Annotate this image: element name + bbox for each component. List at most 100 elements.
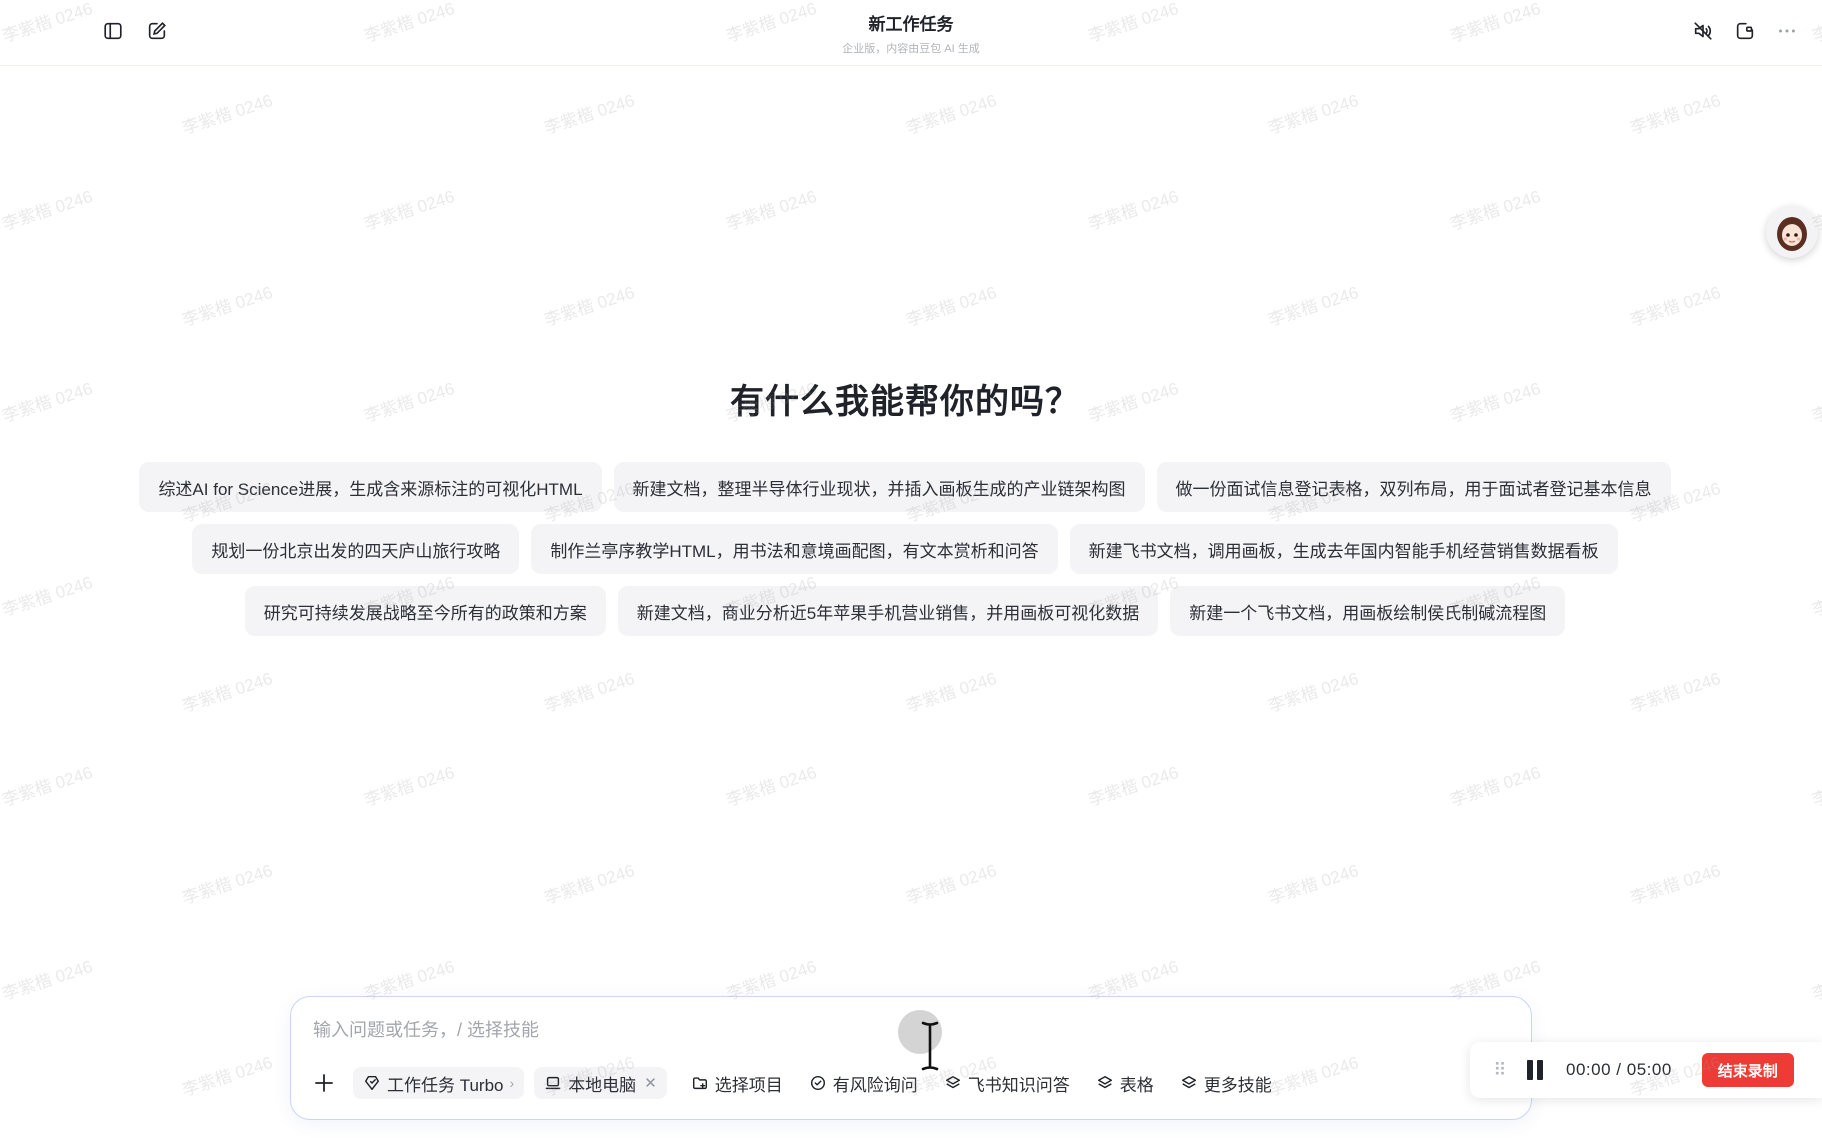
end-recording-button[interactable]: 结束录制 (1701, 1053, 1794, 1087)
watermark-text: 李紫楷 0246 (1809, 379, 1822, 426)
suggestion-chip[interactable]: 新建文档，商业分析近5年苹果手机营业销售，并用画板可视化数据 (617, 586, 1159, 636)
watermark-text: 李紫楷 0246 (903, 668, 999, 716)
layers-icon (1181, 1075, 1196, 1089)
more-skills-label: 更多技能 (1203, 1075, 1272, 1095)
watermark-text: 李紫楷 0246 (1627, 860, 1723, 908)
watermark-text: 李紫楷 0246 (723, 762, 819, 810)
watermark-text: 李紫楷 0246 (1447, 762, 1543, 810)
top-bar: 新工作任务 企业版，内容由豆包 AI 生成 (0, 0, 1822, 66)
composer-toolbar: 工作任务 Turbo › 本地电脑 ✕ 选择项目 有风险询问 飞书知识问答 表格… (307, 1065, 1298, 1101)
table-skill-button[interactable]: 表格 (1096, 1067, 1154, 1099)
page-subtitle: 企业版，内容由豆包 AI 生成 (842, 43, 980, 55)
task-mode-icon (364, 1075, 380, 1091)
total-duration: 05:00 (1626, 1060, 1672, 1079)
text-cursor-icon (921, 1021, 939, 1071)
layers-icon (945, 1075, 960, 1089)
select-project-label: 选择项目 (714, 1075, 783, 1095)
suggestion-chip[interactable]: 研究可持续发展战略至今所有的政策和方案 (244, 586, 606, 636)
watermark-text: 李紫楷 0246 (1447, 186, 1543, 234)
more-button[interactable] (1770, 14, 1804, 48)
watermark-text: 李紫楷 0246 (1265, 282, 1361, 330)
check-circle-icon (810, 1075, 825, 1091)
pause-button[interactable] (1522, 1057, 1548, 1083)
plus-icon (315, 1074, 333, 1092)
watermark-text: 李紫楷 0246 (541, 282, 637, 330)
recording-timer: 00:00 / 05:00 (1566, 1060, 1672, 1080)
risk-inquiry-label: 有风险询问 (832, 1075, 918, 1095)
page-title: 新工作任务 (868, 15, 954, 34)
knowledge-qa-label: 飞书知识问答 (967, 1075, 1070, 1095)
watermark-text: 李紫楷 0246 (1627, 90, 1723, 138)
time-separator: / (1616, 1060, 1622, 1079)
suggestion-chip[interactable]: 新建文档，整理半导体行业现状，并插入画板生成的产业链架构图 (613, 462, 1145, 512)
suggestion-chip[interactable]: 新建飞书文档，调用画板，生成去年国内智能手机经营销售数据看板 (1069, 524, 1618, 574)
window-button[interactable] (1728, 14, 1762, 48)
drag-handle-icon[interactable]: ⠿ (1492, 1060, 1508, 1081)
select-project-button[interactable]: 选择项目 (691, 1067, 783, 1099)
attach-button[interactable] (307, 1066, 341, 1100)
task-input[interactable] (313, 1015, 1313, 1045)
suggestion-row: 综述AI for Science进展，生成含来源标注的可视化HTML 新建文档，… (0, 462, 1822, 512)
screen-recorder-bar: ⠿ 00:00 / 05:00 结束录制 (1470, 1042, 1822, 1098)
device-selector[interactable]: 本地电脑 ✕ (534, 1067, 667, 1099)
assistant-avatar[interactable] (1766, 206, 1818, 258)
watermark-text: 李紫楷 0246 (1627, 282, 1723, 330)
watermark-text: 李紫楷 0246 (723, 186, 819, 234)
close-icon[interactable]: ✕ (644, 1074, 657, 1092)
more-skills-button[interactable]: 更多技能 (1180, 1067, 1272, 1099)
watermark-text: 李紫楷 0246 (179, 282, 275, 330)
watermark-text: 李紫楷 0246 (1265, 860, 1361, 908)
risk-inquiry-button[interactable]: 有风险询问 (809, 1067, 918, 1099)
watermark-text: 李紫楷 0246 (179, 1052, 275, 1100)
title-block: 新工作任务 企业版，内容由豆包 AI 生成 (0, 10, 1822, 56)
watermark-text: 李紫楷 0246 (1085, 762, 1181, 810)
chevron-right-icon: › (509, 1075, 515, 1091)
knowledge-qa-button[interactable]: 飞书知识问答 (944, 1067, 1070, 1099)
more-icon (1779, 29, 1795, 33)
watermark-text: 李紫楷 0246 (361, 762, 457, 810)
pause-bar (1537, 1060, 1543, 1080)
table-skill-label: 表格 (1119, 1075, 1154, 1095)
suggestion-chip[interactable]: 综述AI for Science进展，生成含来源标注的可视化HTML (139, 462, 602, 512)
watermark-text: 李紫楷 0246 (1809, 763, 1822, 810)
watermark-text: 李紫楷 0246 (361, 186, 457, 234)
pause-bar (1527, 1060, 1533, 1080)
layers-icon (1097, 1075, 1112, 1089)
suggestion-list: 综述AI for Science进展，生成含来源标注的可视化HTML 新建文档，… (0, 462, 1822, 648)
mode-selector[interactable]: 工作任务 Turbo › (353, 1067, 525, 1099)
mode-label: 工作任务 Turbo (387, 1075, 504, 1095)
laptop-icon (545, 1076, 561, 1090)
device-label: 本地电脑 (568, 1075, 637, 1095)
watermark-text: 李紫楷 0246 (179, 90, 275, 138)
mute-button[interactable] (1686, 14, 1720, 48)
watermark-text: 李紫楷 0246 (1627, 668, 1723, 716)
suggestion-chip[interactable]: 做一份面试信息登记表格，双列布局，用于面试者登记基本信息 (1156, 462, 1671, 512)
watermark-text: 李紫楷 0246 (541, 860, 637, 908)
watermark-text: 李紫楷 0246 (541, 668, 637, 716)
watermark-text: 李紫楷 0246 (179, 860, 275, 908)
watermark-text: 李紫楷 0246 (541, 90, 637, 138)
folder-add-icon (692, 1077, 707, 1090)
suggestion-chip[interactable]: 新建一个飞书文档，用画板绘制侯氏制碱流程图 (1170, 586, 1566, 636)
assistant-avatar-icon (1777, 217, 1807, 251)
watermark-text: 李紫楷 0246 (1809, 957, 1822, 1004)
suggestion-row: 规划一份北京出发的四天庐山旅行攻略 制作兰亭序教学HTML，用书法和意境画配图，… (0, 524, 1822, 574)
watermark-text: 李紫楷 0246 (1085, 186, 1181, 234)
suggestion-row: 研究可持续发展战略至今所有的政策和方案 新建文档，商业分析近5年苹果手机营业销售… (0, 586, 1822, 636)
watermark-text: 李紫楷 0246 (1265, 90, 1361, 138)
elapsed-time: 00:00 (1566, 1060, 1612, 1079)
watermark-text: 李紫楷 0246 (1265, 668, 1361, 716)
watermark-text: 李紫楷 0246 (0, 762, 95, 810)
app-window: 新工作任务 企业版，内容由豆包 AI 生成 有什么我能帮你的吗？ 综述AI fo… (0, 0, 1822, 1138)
watermark-text: 李紫楷 0246 (903, 90, 999, 138)
watermark-text: 李紫楷 0246 (903, 282, 999, 330)
welcome-headline: 有什么我能帮你的吗？ (730, 383, 1080, 421)
window-icon (1736, 22, 1754, 40)
watermark-text: 李紫楷 0246 (0, 186, 95, 234)
suggestion-chip[interactable]: 制作兰亭序教学HTML，用书法和意境画配图，有文本赏析和问答 (531, 524, 1058, 574)
mute-icon (1694, 22, 1712, 40)
watermark-text: 李紫楷 0246 (0, 956, 95, 1004)
suggestion-chip[interactable]: 规划一份北京出发的四天庐山旅行攻略 (192, 524, 520, 574)
watermark-text: 李紫楷 0246 (903, 860, 999, 908)
watermark-text: 李紫楷 0246 (179, 668, 275, 716)
